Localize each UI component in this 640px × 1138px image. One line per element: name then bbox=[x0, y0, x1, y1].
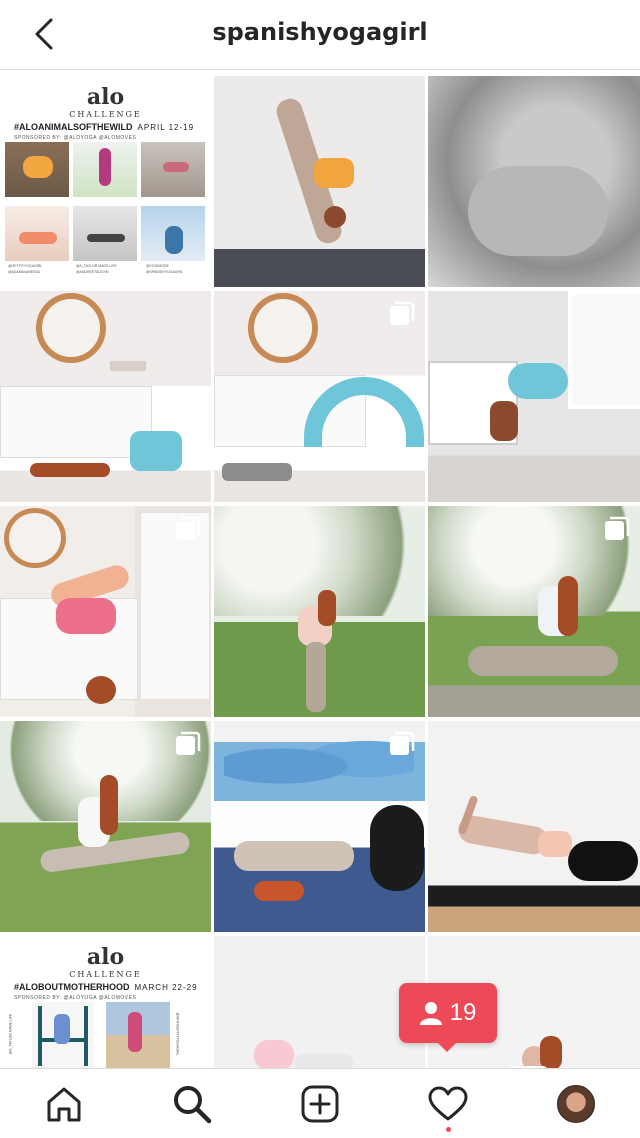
profile-avatar bbox=[557, 1084, 595, 1123]
handle-label: @YOGIMODE bbox=[146, 264, 169, 268]
poster-hashtag: #ALOBOUTMOTHERHOOD MARCH 22-29 bbox=[14, 982, 198, 992]
hashtag-text: #ALOBOUTMOTHERHOOD bbox=[14, 982, 130, 992]
follower-icon bbox=[419, 1002, 442, 1025]
post-tile[interactable] bbox=[428, 506, 640, 717]
poster-subtitle: CHALLENGE bbox=[69, 110, 142, 119]
alo-logo: alo bbox=[86, 944, 125, 970]
multiple-photos-icon bbox=[176, 516, 201, 540]
multiple-photos-icon bbox=[176, 731, 201, 755]
post-tile[interactable] bbox=[0, 506, 211, 717]
handle-label: @WITHGETFITYOGAGIRL bbox=[175, 1012, 180, 1056]
poster-photo bbox=[141, 142, 205, 197]
tab-new-post[interactable] bbox=[288, 1072, 352, 1136]
poster-date: APRIL 12-19 bbox=[137, 123, 195, 132]
posts-grid: alo CHALLENGE #ALOANIMALSOFTHEWILD APRIL… bbox=[0, 76, 640, 1068]
poster-photo bbox=[141, 206, 205, 261]
post-tile[interactable] bbox=[428, 291, 640, 502]
poster-photo bbox=[106, 1002, 170, 1068]
search-icon bbox=[174, 1085, 212, 1123]
poster-subtitle: CHALLENGE bbox=[69, 970, 142, 979]
hashtag-text: #ALOANIMALSOFTHEWILD bbox=[14, 122, 133, 132]
post-tile[interactable] bbox=[0, 721, 211, 932]
poster-photo bbox=[73, 206, 137, 261]
badge-pointer bbox=[436, 1041, 458, 1052]
post-tile[interactable] bbox=[214, 291, 425, 502]
handle-label: @ADAMAVANESSA bbox=[8, 270, 41, 274]
poster-photo bbox=[32, 1002, 94, 1068]
post-tile-challenge-poster[interactable]: alo CHALLENGE #ALOBOUTMOTHERHOOD MARCH 2… bbox=[0, 936, 211, 1068]
home-icon bbox=[47, 1087, 81, 1121]
poster-date: MARCH 22-29 bbox=[134, 983, 198, 992]
handle-label: @ANDREETALEVIN bbox=[76, 270, 109, 274]
poster-photo bbox=[73, 142, 137, 197]
tab-home[interactable] bbox=[32, 1072, 96, 1136]
post-tile[interactable] bbox=[214, 721, 425, 932]
poster-photo bbox=[5, 206, 69, 261]
activity-heart-icon bbox=[428, 1086, 468, 1120]
post-tile-challenge-poster[interactable]: alo CHALLENGE #ALOANIMALSOFTHEWILD APRIL… bbox=[0, 76, 211, 287]
poster-hashtag: #ALOANIMALSOFTHEWILD APRIL 12-19 bbox=[14, 122, 194, 132]
activity-notification-dot bbox=[446, 1126, 451, 1132]
post-tile[interactable] bbox=[428, 721, 640, 932]
post-tile[interactable] bbox=[0, 291, 211, 502]
tab-profile[interactable] bbox=[544, 1072, 608, 1136]
handle-label: @A_TAYLOR.MADE.LIFE bbox=[8, 1013, 13, 1055]
new-followers-badge[interactable]: 19 bbox=[399, 983, 497, 1043]
post-tile[interactable] bbox=[214, 76, 425, 287]
poster-sponsor: SPONSORED BY: @ALOYOGA @ALOMOVES bbox=[14, 135, 137, 141]
new-post-icon bbox=[301, 1085, 339, 1122]
multiple-photos-icon bbox=[390, 301, 415, 325]
alo-logo: alo bbox=[86, 84, 125, 110]
handle-label: @A_TAYLOR.MADE.LIFE bbox=[76, 264, 117, 268]
poster-sponsor: SPONSORED BY: @ALOYOGA @ALOMOVES bbox=[14, 995, 137, 1001]
post-tile[interactable] bbox=[428, 76, 640, 287]
profile-header: spanishyogagirl bbox=[0, 0, 640, 70]
bottom-tab-bar bbox=[0, 1068, 640, 1138]
follower-count: 19 bbox=[449, 999, 477, 1026]
tab-activity[interactable] bbox=[416, 1072, 480, 1136]
post-tile[interactable] bbox=[214, 936, 425, 1068]
multiple-photos-icon bbox=[390, 731, 415, 755]
page-title: spanishyogagirl bbox=[212, 18, 428, 46]
handle-label: @SPANISHYOGAGIRL bbox=[146, 270, 183, 274]
tab-search[interactable] bbox=[160, 1072, 224, 1136]
post-tile[interactable] bbox=[214, 506, 425, 717]
multiple-photos-icon bbox=[605, 516, 630, 540]
poster-photo bbox=[5, 142, 69, 197]
handle-label: @GETFITYOGAGIRL bbox=[8, 264, 43, 268]
